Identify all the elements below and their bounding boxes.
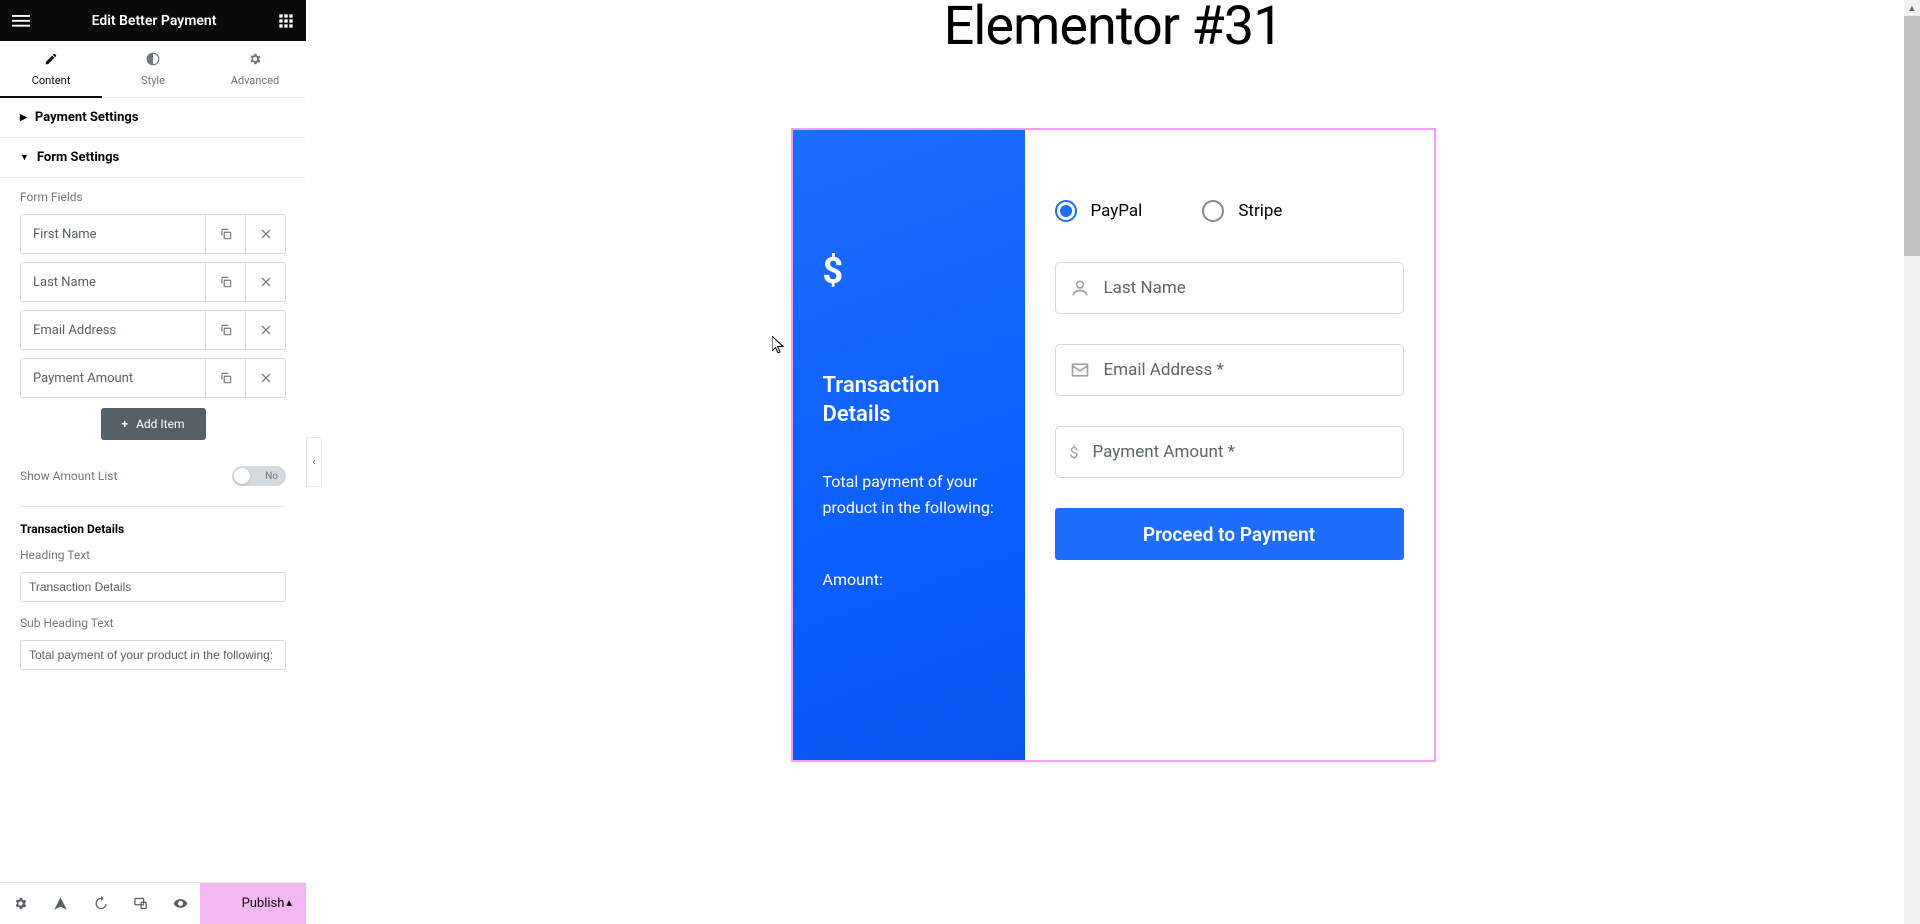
radio-stripe[interactable]: Stripe: [1202, 200, 1282, 222]
radio-checked-icon: [1055, 200, 1077, 222]
publish-button[interactable]: Publish ▲: [200, 883, 306, 924]
copy-button[interactable]: [205, 263, 245, 301]
field-label[interactable]: Last Name: [21, 263, 205, 301]
show-amount-list-row: Show Amount List No: [20, 460, 286, 507]
field-item: Last Name: [20, 262, 286, 302]
navigator-icon[interactable]: [40, 883, 80, 924]
panel-title: Edit Better Payment: [92, 13, 217, 29]
remove-button[interactable]: [245, 311, 285, 349]
amount-field[interactable]: $ Payment Amount *: [1055, 426, 1404, 478]
copy-button[interactable]: [205, 215, 245, 253]
widget-form: PayPal Stripe Last Name Email Address * …: [1025, 130, 1434, 760]
tab-advanced[interactable]: Advanced: [204, 41, 306, 97]
copy-button[interactable]: [205, 359, 245, 397]
publish-label: Publish: [242, 896, 285, 911]
radio-paypal[interactable]: PayPal: [1055, 200, 1143, 222]
placeholder: Payment Amount *: [1093, 442, 1235, 462]
radio-unchecked-icon: [1202, 200, 1224, 222]
chevron-up-icon: ▲: [284, 898, 294, 909]
plus-icon: +: [122, 417, 129, 431]
field-item: Email Address: [20, 310, 286, 350]
lastname-field[interactable]: Last Name: [1055, 262, 1404, 314]
gear-icon: [248, 52, 262, 70]
collapse-panel-button[interactable]: ‹: [306, 437, 322, 487]
heading-text-group: Heading Text: [20, 548, 286, 602]
tabs: Content Style Advanced: [0, 41, 306, 98]
field-label[interactable]: Payment Amount: [21, 359, 205, 397]
responsive-icon[interactable]: [120, 883, 160, 924]
apps-icon[interactable]: [278, 13, 294, 29]
cursor-icon: [772, 336, 786, 358]
email-field[interactable]: Email Address *: [1055, 344, 1404, 396]
scrollbar[interactable]: ▲: [1904, 0, 1920, 924]
scroll-up-icon[interactable]: ▲: [1904, 0, 1920, 16]
field-item: First Name: [20, 214, 286, 254]
radio-label: PayPal: [1091, 201, 1143, 221]
field-label[interactable]: Email Address: [21, 311, 205, 349]
panel-body: ▶ Payment Settings ▼ Form Settings Form …: [0, 98, 306, 882]
pencil-icon: [44, 52, 58, 70]
section-payment-settings[interactable]: ▶ Payment Settings: [0, 98, 306, 138]
placeholder: Email Address *: [1104, 360, 1224, 380]
remove-button[interactable]: [245, 215, 285, 253]
field-label[interactable]: First Name: [21, 215, 205, 253]
payment-method-radios: PayPal Stripe: [1055, 200, 1404, 222]
dollar-icon: $: [823, 250, 995, 292]
radio-label: Stripe: [1238, 201, 1282, 221]
menu-icon[interactable]: [12, 12, 30, 30]
section-title: Form Settings: [37, 150, 119, 165]
subheading-text-group: Sub Heading Text: [20, 616, 286, 670]
add-item-label: Add Item: [136, 417, 184, 431]
toggle-label: Show Amount List: [20, 469, 117, 483]
tab-content[interactable]: Content: [0, 41, 102, 97]
settings-icon[interactable]: [0, 883, 40, 924]
transaction-details-heading: Transaction Details: [20, 522, 286, 536]
scrollbar-thumb[interactable]: [1904, 16, 1920, 256]
section-form-settings[interactable]: ▼ Form Settings: [0, 138, 306, 178]
transaction-details-amount: Amount:: [823, 570, 995, 589]
placeholder: Last Name: [1104, 278, 1186, 298]
mail-icon: [1070, 360, 1090, 380]
caret-down-icon: ▼: [20, 152, 29, 163]
history-icon[interactable]: [80, 883, 120, 924]
field-item: Payment Amount: [20, 358, 286, 398]
tab-label: Style: [141, 74, 165, 87]
heading-text-label: Heading Text: [20, 548, 286, 562]
subheading-text-label: Sub Heading Text: [20, 616, 286, 630]
user-icon: [1070, 278, 1090, 298]
copy-button[interactable]: [205, 311, 245, 349]
panel-header: Edit Better Payment: [0, 0, 306, 41]
contrast-icon: [146, 52, 160, 70]
form-fields-label: Form Fields: [20, 190, 286, 204]
toggle-knob: [234, 468, 250, 484]
panel-footer: Publish ▲: [0, 882, 306, 924]
add-item-button[interactable]: + Add Item: [101, 408, 206, 440]
caret-right-icon: ▶: [20, 113, 27, 123]
heading-text-input[interactable]: [20, 572, 286, 602]
payment-widget[interactable]: $ Transaction Details Total payment of y…: [791, 128, 1436, 762]
page-title: Elementor #31: [944, 0, 1283, 58]
transaction-details-sub: Total payment of your product in the fol…: [823, 469, 995, 520]
transaction-details-title: Transaction Details: [823, 372, 995, 429]
remove-button[interactable]: [245, 359, 285, 397]
proceed-button[interactable]: Proceed to Payment: [1055, 508, 1404, 560]
form-settings-content: Form Fields First Name Last Name Email A…: [0, 178, 306, 696]
section-title: Payment Settings: [35, 110, 139, 125]
show-amount-list-toggle[interactable]: No: [232, 466, 286, 486]
tab-label: Content: [32, 74, 71, 87]
dollar-small-icon: $: [1070, 443, 1079, 462]
editor-panel: Edit Better Payment Content Style Advanc…: [0, 0, 306, 924]
proceed-label: Proceed to Payment: [1143, 523, 1315, 546]
subheading-text-input[interactable]: [20, 640, 286, 670]
remove-button[interactable]: [245, 263, 285, 301]
preview-area: ‹ Elementor #31 $ Transaction Details To…: [306, 0, 1920, 924]
preview-icon[interactable]: [160, 883, 200, 924]
widget-sidebar: $ Transaction Details Total payment of y…: [793, 130, 1025, 760]
tab-label: Advanced: [231, 74, 279, 87]
tab-style[interactable]: Style: [102, 41, 204, 97]
toggle-value: No: [265, 471, 278, 482]
